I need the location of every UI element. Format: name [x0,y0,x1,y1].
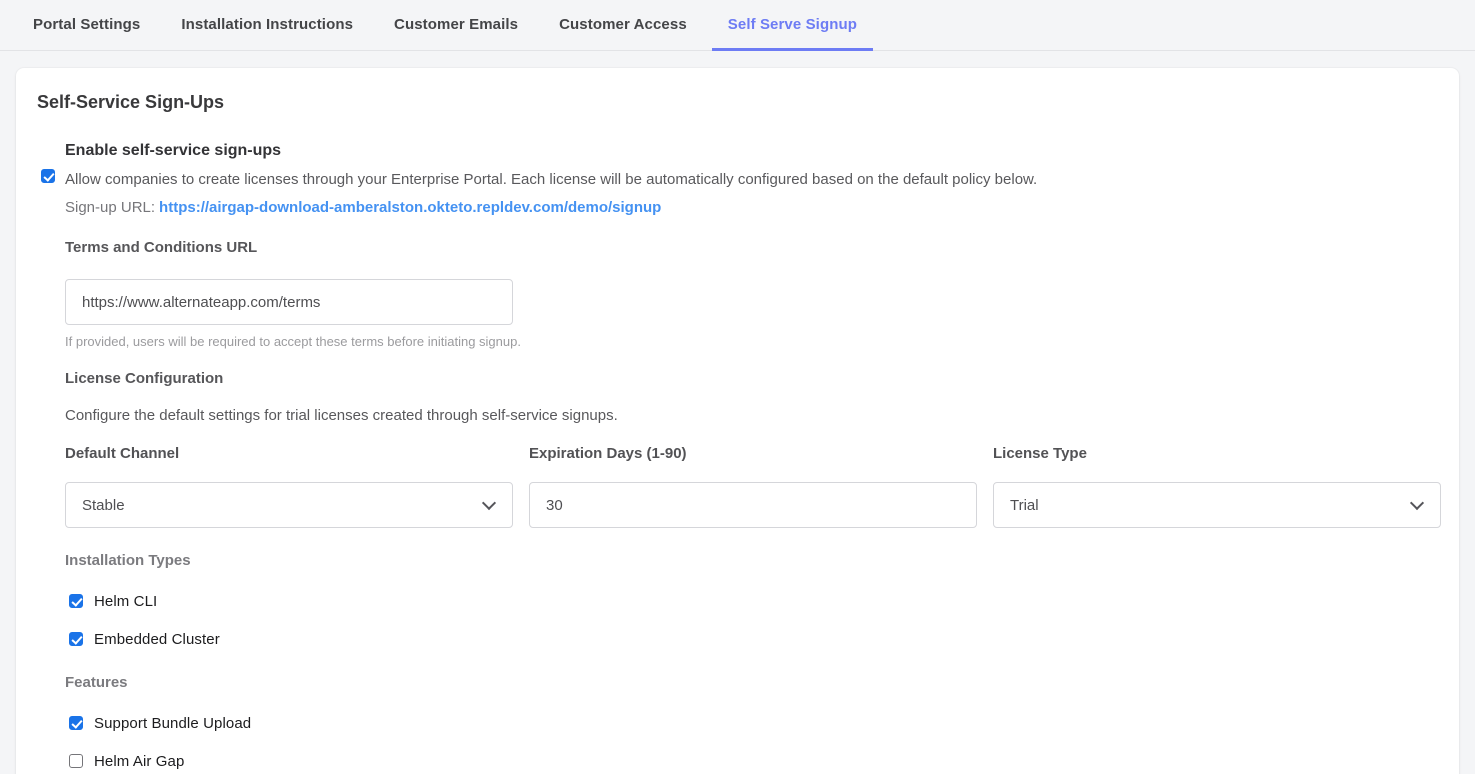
embedded-cluster-checkbox[interactable] [69,632,83,646]
helm-air-gap-checkbox[interactable] [69,754,83,768]
enable-signups-heading: Enable self-service sign-ups [65,140,1425,162]
helm-cli-label[interactable]: Helm CLI [94,593,157,610]
expiration-days-label: Expiration Days (1-90) [529,444,977,464]
tab-customer-access[interactable]: Customer Access [543,0,703,51]
support-bundle-upload-label[interactable]: Support Bundle Upload [94,715,251,732]
checkbox-row-helm-air-gap: Helm Air Gap [69,751,1425,771]
terms-url-label: Terms and Conditions URL [65,238,1425,258]
checkbox-row-embedded-cluster: Embedded Cluster [69,629,1425,649]
installation-types-list: Helm CLI Embedded Cluster [65,591,1425,649]
panel-content: Enable self-service sign-ups Allow compa… [65,140,1425,771]
default-channel-select[interactable]: Stable [65,482,513,528]
features-list: Support Bundle Upload Helm Air Gap [65,713,1425,771]
tab-installation-instructions[interactable]: Installation Instructions [165,0,369,51]
expiration-days-input[interactable] [529,482,977,528]
checkbox-row-support-bundle: Support Bundle Upload [69,713,1425,733]
enable-signups-row: Allow companies to create licenses throu… [41,169,1425,190]
features-label: Features [65,673,1425,693]
helm-air-gap-label[interactable]: Helm Air Gap [94,753,184,770]
page-title: Self-Service Sign-Ups [37,90,1425,114]
helm-cli-checkbox[interactable] [69,594,83,608]
terms-url-input[interactable] [65,279,513,325]
license-type-select[interactable]: Trial [993,482,1441,528]
tab-customer-emails[interactable]: Customer Emails [378,0,534,51]
license-type-select-wrap: Trial [993,482,1441,528]
tab-self-serve-signup[interactable]: Self Serve Signup [712,0,873,51]
license-type-label: License Type [993,444,1441,464]
signup-url-label: Sign-up URL: [65,199,155,216]
support-bundle-upload-checkbox[interactable] [69,716,83,730]
enable-signups-checkbox[interactable] [41,169,55,183]
signup-url-link[interactable]: https://airgap-download-amberalston.okte… [159,199,661,216]
license-configuration-label: License Configuration [65,369,1425,389]
settings-tabbar: Portal Settings Installation Instruction… [0,0,1475,51]
self-serve-signup-panel: Self-Service Sign-Ups Enable self-servic… [16,68,1459,774]
installation-types-label: Installation Types [65,551,1425,571]
checkbox-row-helm-cli: Helm CLI [69,591,1425,611]
license-fields-row: Default Channel Expiration Days (1-90) L… [65,444,1425,528]
signup-url-line: Sign-up URL:https://airgap-download-ambe… [65,197,1425,218]
enable-signups-description: Allow companies to create licenses throu… [65,169,1037,190]
default-channel-select-wrap: Stable [65,482,513,528]
embedded-cluster-label[interactable]: Embedded Cluster [94,631,220,648]
tab-portal-settings[interactable]: Portal Settings [17,0,156,51]
terms-url-helper: If provided, users will be required to a… [65,334,1425,350]
license-configuration-description: Configure the default settings for trial… [65,405,1425,426]
default-channel-label: Default Channel [65,444,513,464]
expiration-days-field [529,482,977,528]
